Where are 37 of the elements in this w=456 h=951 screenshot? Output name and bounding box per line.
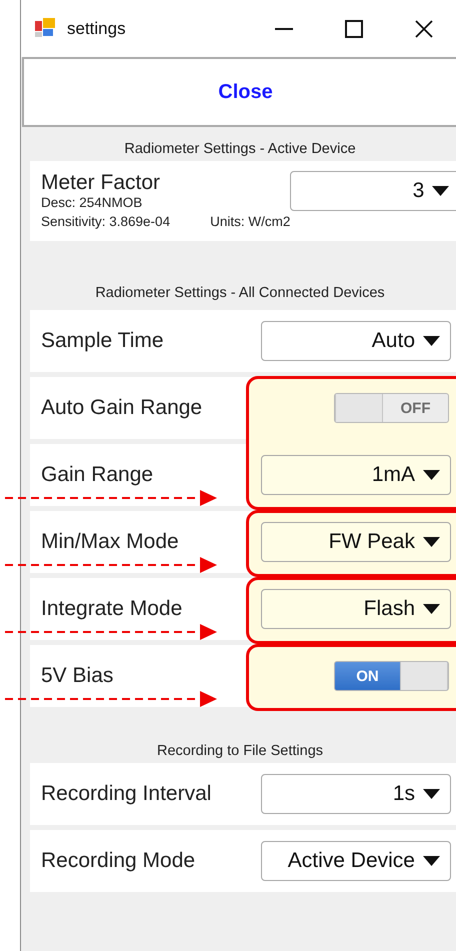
caret-icon (423, 789, 440, 799)
setting-label: Integrate Mode (41, 597, 182, 621)
setting-label: Meter Factor (41, 171, 162, 195)
dropdown[interactable]: 1mA (261, 455, 451, 495)
caret-icon (423, 470, 440, 480)
maximize-icon (345, 20, 363, 38)
setting-label: Min/Max Mode (41, 530, 179, 554)
minimize-icon (275, 28, 293, 30)
units-text: Units: W/cm2 (210, 214, 290, 229)
dropdown[interactable]: 1s (261, 774, 451, 814)
toggle-switch[interactable]: OFF (334, 393, 449, 423)
setting-label: Recording Interval (41, 782, 212, 806)
setting-label: Sample Time (41, 329, 164, 353)
app-icon (35, 18, 57, 40)
window-title: settings (67, 18, 126, 38)
setting-label: Gain Range (41, 463, 154, 487)
description-text: Desc: 254NMOB (41, 195, 144, 210)
toggle-switch[interactable]: ON (334, 661, 449, 691)
dropdown[interactable]: Auto (261, 321, 451, 361)
close-icon (415, 20, 433, 38)
caret-icon (423, 537, 440, 547)
caret-icon (423, 856, 440, 866)
setting-label: 5V Bias (41, 664, 114, 688)
close-button[interactable]: Close (22, 57, 456, 127)
dropdown[interactable]: FW Peak (261, 522, 451, 562)
setting-label: Recording Mode (41, 849, 196, 873)
section-heading: Radiometer Settings - All Connected Devices (94, 284, 386, 303)
caret-icon (423, 336, 440, 346)
dropdown[interactable]: 3 (290, 171, 456, 211)
section-heading: Radiometer Settings - Active Device (123, 140, 357, 159)
setting-label: Auto Gain Range (41, 396, 202, 420)
sensitivity-text: Sensitivity: 3.869e-04 (41, 214, 170, 229)
dropdown[interactable]: Active Device (261, 841, 451, 881)
section-heading: Recording to File Settings (156, 742, 324, 761)
caret-icon (432, 186, 450, 196)
caret-icon (423, 604, 440, 614)
dropdown[interactable]: Flash (261, 589, 451, 629)
